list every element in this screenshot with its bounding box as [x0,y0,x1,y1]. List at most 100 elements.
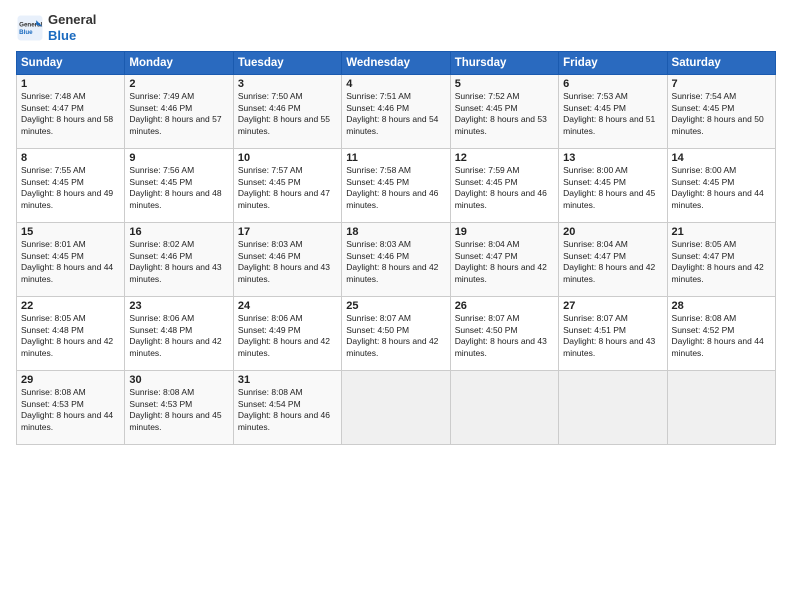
day-number: 20 [563,226,662,238]
day-number: 1 [21,78,120,90]
day-number: 16 [129,226,228,238]
day-info: Sunrise: 8:00 AMSunset: 4:45 PMDaylight:… [563,165,662,211]
page-header: General Blue General Blue [16,12,776,43]
logo-general: General [48,12,96,27]
calendar-week-5: 29 Sunrise: 8:08 AMSunset: 4:53 PMDaylig… [17,371,776,445]
day-number: 25 [346,300,445,312]
calendar-cell: 27 Sunrise: 8:07 AMSunset: 4:51 PMDaylig… [559,297,667,371]
day-info: Sunrise: 8:08 AMSunset: 4:52 PMDaylight:… [672,313,771,359]
calendar-cell: 1 Sunrise: 7:48 AMSunset: 4:47 PMDayligh… [17,75,125,149]
calendar-cell: 11 Sunrise: 7:58 AMSunset: 4:45 PMDaylig… [342,149,450,223]
calendar-cell: 2 Sunrise: 7:49 AMSunset: 4:46 PMDayligh… [125,75,233,149]
day-number: 28 [672,300,771,312]
day-info: Sunrise: 8:07 AMSunset: 4:50 PMDaylight:… [346,313,445,359]
calendar-cell: 24 Sunrise: 8:06 AMSunset: 4:49 PMDaylig… [233,297,341,371]
day-info: Sunrise: 8:00 AMSunset: 4:45 PMDaylight:… [672,165,771,211]
day-number: 2 [129,78,228,90]
calendar-cell [559,371,667,445]
day-info: Sunrise: 8:04 AMSunset: 4:47 PMDaylight:… [455,239,554,285]
svg-text:Blue: Blue [19,29,33,36]
calendar-week-4: 22 Sunrise: 8:05 AMSunset: 4:48 PMDaylig… [17,297,776,371]
col-header-tuesday: Tuesday [233,52,341,75]
day-number: 22 [21,300,120,312]
calendar-cell: 9 Sunrise: 7:56 AMSunset: 4:45 PMDayligh… [125,149,233,223]
calendar-week-1: 1 Sunrise: 7:48 AMSunset: 4:47 PMDayligh… [17,75,776,149]
calendar-header-row: SundayMondayTuesdayWednesdayThursdayFrid… [17,52,776,75]
calendar-cell: 22 Sunrise: 8:05 AMSunset: 4:48 PMDaylig… [17,297,125,371]
day-number: 10 [238,152,337,164]
day-info: Sunrise: 8:02 AMSunset: 4:46 PMDaylight:… [129,239,228,285]
calendar-cell: 18 Sunrise: 8:03 AMSunset: 4:46 PMDaylig… [342,223,450,297]
day-info: Sunrise: 8:08 AMSunset: 4:53 PMDaylight:… [21,387,120,433]
calendar-cell: 28 Sunrise: 8:08 AMSunset: 4:52 PMDaylig… [667,297,775,371]
day-number: 26 [455,300,554,312]
calendar-cell [450,371,558,445]
calendar-cell: 7 Sunrise: 7:54 AMSunset: 4:45 PMDayligh… [667,75,775,149]
calendar-cell: 10 Sunrise: 7:57 AMSunset: 4:45 PMDaylig… [233,149,341,223]
day-number: 3 [238,78,337,90]
calendar-cell: 13 Sunrise: 8:00 AMSunset: 4:45 PMDaylig… [559,149,667,223]
calendar-cell: 29 Sunrise: 8:08 AMSunset: 4:53 PMDaylig… [17,371,125,445]
calendar-body: 1 Sunrise: 7:48 AMSunset: 4:47 PMDayligh… [17,75,776,445]
logo-blue: Blue [48,28,76,43]
day-info: Sunrise: 8:03 AMSunset: 4:46 PMDaylight:… [346,239,445,285]
day-info: Sunrise: 7:50 AMSunset: 4:46 PMDaylight:… [238,91,337,137]
day-info: Sunrise: 8:08 AMSunset: 4:54 PMDaylight:… [238,387,337,433]
day-info: Sunrise: 7:51 AMSunset: 4:46 PMDaylight:… [346,91,445,137]
calendar-cell: 17 Sunrise: 8:03 AMSunset: 4:46 PMDaylig… [233,223,341,297]
day-number: 12 [455,152,554,164]
day-number: 29 [21,374,120,386]
col-header-thursday: Thursday [450,52,558,75]
day-info: Sunrise: 8:07 AMSunset: 4:50 PMDaylight:… [455,313,554,359]
day-info: Sunrise: 8:08 AMSunset: 4:53 PMDaylight:… [129,387,228,433]
day-number: 9 [129,152,228,164]
day-number: 23 [129,300,228,312]
calendar-cell: 31 Sunrise: 8:08 AMSunset: 4:54 PMDaylig… [233,371,341,445]
day-number: 6 [563,78,662,90]
calendar-cell: 30 Sunrise: 8:08 AMSunset: 4:53 PMDaylig… [125,371,233,445]
calendar-cell: 14 Sunrise: 8:00 AMSunset: 4:45 PMDaylig… [667,149,775,223]
day-info: Sunrise: 8:06 AMSunset: 4:48 PMDaylight:… [129,313,228,359]
day-info: Sunrise: 7:52 AMSunset: 4:45 PMDaylight:… [455,91,554,137]
calendar-table: SundayMondayTuesdayWednesdayThursdayFrid… [16,51,776,445]
col-header-wednesday: Wednesday [342,52,450,75]
day-number: 21 [672,226,771,238]
calendar-cell [667,371,775,445]
day-number: 7 [672,78,771,90]
day-info: Sunrise: 8:03 AMSunset: 4:46 PMDaylight:… [238,239,337,285]
calendar-cell: 8 Sunrise: 7:55 AMSunset: 4:45 PMDayligh… [17,149,125,223]
day-number: 5 [455,78,554,90]
col-header-saturday: Saturday [667,52,775,75]
day-number: 8 [21,152,120,164]
calendar-cell: 26 Sunrise: 8:07 AMSunset: 4:50 PMDaylig… [450,297,558,371]
day-info: Sunrise: 8:05 AMSunset: 4:47 PMDaylight:… [672,239,771,285]
day-number: 11 [346,152,445,164]
day-info: Sunrise: 7:49 AMSunset: 4:46 PMDaylight:… [129,91,228,137]
day-number: 30 [129,374,228,386]
calendar-week-2: 8 Sunrise: 7:55 AMSunset: 4:45 PMDayligh… [17,149,776,223]
day-number: 14 [672,152,771,164]
calendar-cell: 3 Sunrise: 7:50 AMSunset: 4:46 PMDayligh… [233,75,341,149]
calendar-cell: 19 Sunrise: 8:04 AMSunset: 4:47 PMDaylig… [450,223,558,297]
calendar-cell: 4 Sunrise: 7:51 AMSunset: 4:46 PMDayligh… [342,75,450,149]
day-info: Sunrise: 7:56 AMSunset: 4:45 PMDaylight:… [129,165,228,211]
day-info: Sunrise: 7:59 AMSunset: 4:45 PMDaylight:… [455,165,554,211]
calendar-week-3: 15 Sunrise: 8:01 AMSunset: 4:45 PMDaylig… [17,223,776,297]
calendar-cell: 23 Sunrise: 8:06 AMSunset: 4:48 PMDaylig… [125,297,233,371]
day-number: 15 [21,226,120,238]
col-header-monday: Monday [125,52,233,75]
day-number: 31 [238,374,337,386]
day-number: 17 [238,226,337,238]
day-number: 24 [238,300,337,312]
day-number: 13 [563,152,662,164]
calendar-cell: 16 Sunrise: 8:02 AMSunset: 4:46 PMDaylig… [125,223,233,297]
calendar-cell: 21 Sunrise: 8:05 AMSunset: 4:47 PMDaylig… [667,223,775,297]
day-info: Sunrise: 7:57 AMSunset: 4:45 PMDaylight:… [238,165,337,211]
logo: General Blue General Blue [16,12,96,43]
day-info: Sunrise: 7:48 AMSunset: 4:47 PMDaylight:… [21,91,120,137]
day-info: Sunrise: 8:05 AMSunset: 4:48 PMDaylight:… [21,313,120,359]
calendar-cell [342,371,450,445]
day-number: 27 [563,300,662,312]
day-info: Sunrise: 7:58 AMSunset: 4:45 PMDaylight:… [346,165,445,211]
day-info: Sunrise: 8:06 AMSunset: 4:49 PMDaylight:… [238,313,337,359]
